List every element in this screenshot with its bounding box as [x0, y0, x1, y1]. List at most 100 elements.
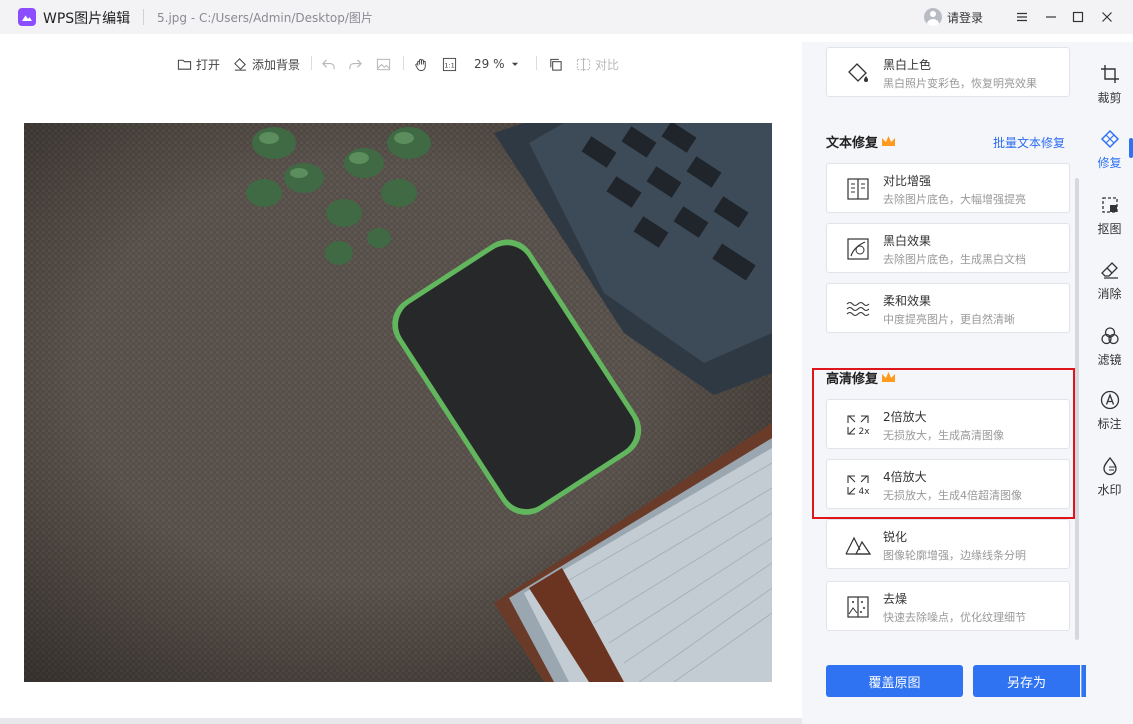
actual-size-button[interactable]: 1:1	[442, 55, 461, 73]
maximize-button[interactable]	[1066, 5, 1090, 29]
crown-icon	[882, 136, 896, 146]
card-title: 锐化	[883, 530, 908, 544]
highlight-annotation-box	[812, 368, 1075, 519]
bw-doc-icon	[847, 238, 869, 260]
compare-label: 对比	[595, 57, 620, 72]
nav-cutout-label: 抠图	[1097, 222, 1122, 236]
copy-button[interactable]	[548, 55, 567, 73]
soft-effect-card[interactable]: 柔和效果 中度提亮图片，更自然清晰	[826, 283, 1070, 333]
cutout-icon	[1101, 197, 1118, 213]
nav-crop[interactable]: 裁剪	[1086, 60, 1133, 112]
maximize-icon	[1072, 11, 1084, 23]
nav-watermark[interactable]: 水印	[1086, 452, 1133, 504]
redo-icon	[349, 58, 362, 69]
image-button[interactable]	[376, 55, 395, 73]
card-title: 对比增强	[883, 174, 932, 188]
text-repair-section-title: 文本修复	[826, 132, 896, 151]
section-title-text: 文本修复	[826, 136, 879, 151]
paint-bucket-icon	[234, 57, 247, 71]
nav-filter[interactable]: 滤镜	[1086, 322, 1133, 374]
compare-icon	[576, 57, 591, 71]
hamburger-menu-icon	[1017, 12, 1027, 22]
card-title: 黑白效果	[883, 234, 932, 248]
app-title: WPS图片编辑	[43, 11, 131, 27]
title-separator	[143, 9, 144, 25]
card-desc: 图像轮廓增强，边缘线条分明	[883, 549, 1026, 562]
nav-annotate-label: 标注	[1097, 417, 1122, 431]
hand-tool-button[interactable]	[414, 55, 433, 73]
nav-repair-label: 修复	[1097, 156, 1122, 170]
sharpen-card[interactable]: 锐化 图像轮廓增强，边缘线条分明	[826, 519, 1070, 569]
repair-icon	[1100, 129, 1119, 149]
folder-icon	[177, 59, 192, 70]
file-path: 5.jpg - C:/Users/Admin/Desktop/图片	[157, 11, 373, 25]
card-title: 去燥	[883, 592, 908, 606]
photo-image	[24, 123, 772, 682]
annotate-icon	[1100, 390, 1119, 410]
one-to-one-icon: 1:1	[442, 57, 457, 71]
black-white-card[interactable]: 黑白效果 去除图片底色，生成黑白文档	[826, 223, 1070, 273]
copy-icon	[550, 58, 562, 71]
title-bar: WPS图片编辑 5.jpg - C:/Users/Admin/Desktop/图…	[0, 0, 1133, 34]
nav-active-indicator	[1129, 138, 1133, 158]
redo-button[interactable]	[348, 55, 367, 73]
eraser-icon	[1100, 262, 1118, 279]
panel-scrollbar[interactable]	[1075, 178, 1079, 640]
card-title: 柔和效果	[883, 294, 932, 308]
crop-icon	[1100, 65, 1119, 83]
close-button[interactable]	[1095, 5, 1119, 29]
card-title: 黑白上色	[883, 58, 932, 72]
zoom-dropdown[interactable]: 29 %	[474, 55, 520, 73]
card-desc: 黑白照片变彩色，恢复明亮效果	[883, 77, 1037, 90]
app-logo-icon	[18, 8, 36, 26]
edited-photo	[24, 123, 772, 682]
add-background-button[interactable]: 添加背景	[233, 55, 300, 73]
caret-down-icon	[511, 62, 518, 66]
colorize-card[interactable]: 黑白上色 黑白照片变彩色，恢复明亮效果	[826, 47, 1070, 97]
image-toolbar: 打开 添加背景 1:1 29 % 对比	[0, 42, 802, 84]
nav-annotate[interactable]: 标注	[1086, 386, 1133, 438]
paint-bucket-icon	[848, 63, 868, 82]
undo-button[interactable]	[321, 55, 340, 73]
denoise-card[interactable]: 去燥 快速去除噪点，优化纹理细节	[826, 581, 1070, 631]
minimize-icon	[1046, 16, 1056, 18]
svg-text:1:1: 1:1	[444, 61, 455, 69]
card-desc: 去除图片底色，生成黑白文档	[883, 253, 1026, 266]
overwrite-original-button[interactable]: 覆盖原图	[826, 665, 963, 697]
batch-text-repair-link[interactable]: 批量文本修复	[993, 134, 1065, 151]
menu-button[interactable]	[1010, 5, 1034, 29]
login-button[interactable]: 请登录	[947, 9, 983, 26]
compare-button[interactable]: 对比	[576, 55, 619, 73]
nav-repair[interactable]: 修复	[1086, 125, 1133, 177]
toolbar-separator	[311, 56, 312, 70]
toolbar-separator	[536, 56, 537, 70]
user-avatar-icon[interactable]	[924, 8, 942, 26]
watermark-icon	[1102, 456, 1117, 476]
card-desc: 去除图片底色，大幅增强提亮	[883, 193, 1026, 206]
contrast-icon	[847, 178, 869, 200]
undo-icon	[322, 58, 335, 69]
save-as-button[interactable]: 另存为	[973, 665, 1080, 697]
zoom-level: 29 %	[474, 57, 505, 71]
nav-cutout[interactable]: 抠图	[1086, 191, 1133, 243]
contrast-enhance-card[interactable]: 对比增强 去除图片底色，大幅增强提亮	[826, 163, 1070, 213]
nav-watermark-label: 水印	[1097, 483, 1122, 497]
close-icon	[1102, 12, 1112, 22]
filter-icon	[1100, 327, 1119, 345]
nav-erase-label: 消除	[1097, 287, 1122, 301]
denoise-icon	[847, 596, 869, 618]
hand-icon	[415, 58, 426, 71]
add-background-label: 添加背景	[252, 57, 301, 72]
card-desc: 快速去除噪点，优化纹理细节	[883, 611, 1026, 624]
nav-crop-label: 裁剪	[1097, 91, 1122, 105]
image-icon	[376, 58, 391, 70]
open-button[interactable]: 打开	[177, 55, 220, 73]
nav-erase[interactable]: 消除	[1086, 256, 1133, 308]
bottom-strip	[0, 718, 802, 724]
toolbar-separator	[403, 56, 404, 70]
mountain-icon	[845, 536, 871, 555]
wave-icon	[846, 301, 870, 317]
nav-filter-label: 滤镜	[1097, 353, 1122, 367]
minimize-button[interactable]	[1039, 5, 1063, 29]
card-desc: 中度提亮图片，更自然清晰	[883, 313, 1015, 326]
